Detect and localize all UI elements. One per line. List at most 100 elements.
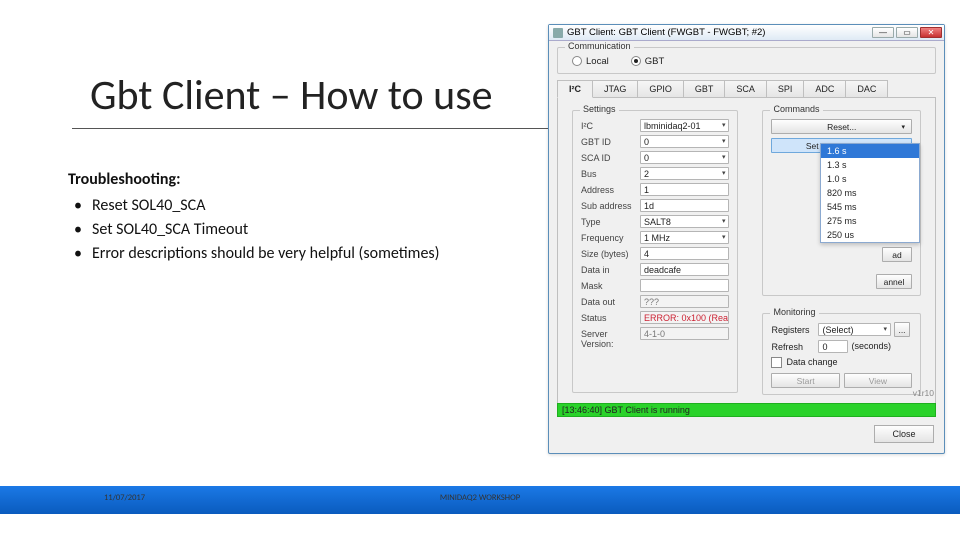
tab-jtag[interactable]: JTAG bbox=[592, 80, 638, 98]
radio-gbt-label: GBT bbox=[645, 56, 665, 67]
chevron-down-icon: ▾ bbox=[883, 324, 887, 336]
settings-field-sub-address[interactable]: 1d bbox=[640, 199, 729, 212]
registers-browse-button[interactable]: ... bbox=[894, 322, 910, 337]
settings-field-bus[interactable]: 2▾ bbox=[640, 167, 729, 180]
settings-field-server-version-: 4-1-0 bbox=[640, 327, 729, 340]
data-change-checkbox[interactable] bbox=[771, 357, 782, 368]
settings-field-mask[interactable] bbox=[640, 279, 729, 292]
settings-row-label: Mask bbox=[581, 279, 636, 292]
settings-field-sca-id[interactable]: 0▾ bbox=[640, 151, 729, 164]
settings-row-label: Data in bbox=[581, 263, 636, 276]
tab-gpio[interactable]: GPIO bbox=[637, 80, 684, 98]
reset-button-label: Reset... bbox=[827, 122, 856, 132]
minimize-button[interactable]: — bbox=[872, 27, 894, 38]
registers-value: (Select) bbox=[822, 324, 853, 336]
settings-field-size-bytes-[interactable]: 4 bbox=[640, 247, 729, 260]
read-button[interactable]: ad bbox=[882, 247, 912, 262]
troubleshooting-block: Troubleshooting: Reset SOL40_SCA Set SOL… bbox=[68, 168, 488, 266]
settings-field-frequency[interactable]: 1 MHz▾ bbox=[640, 231, 729, 244]
seconds-label: (seconds) bbox=[851, 340, 891, 353]
app-icon bbox=[553, 28, 563, 38]
settings-field-type[interactable]: SALT8▾ bbox=[640, 215, 729, 228]
timeout-option[interactable]: 250 us bbox=[821, 228, 919, 242]
tab-adc[interactable]: ADC bbox=[803, 80, 846, 98]
settings-row-label: SCA ID bbox=[581, 151, 636, 164]
start-button[interactable]: Start bbox=[771, 373, 839, 388]
channel-button[interactable]: annel bbox=[876, 274, 912, 289]
settings-field-i-c[interactable]: lbminidaq2-01▾ bbox=[640, 119, 729, 132]
timeout-option[interactable]: 1.0 s bbox=[821, 172, 919, 186]
settings-row-label: Server Version: bbox=[581, 327, 636, 349]
bullet-reset: Reset SOL40_SCA bbox=[74, 194, 488, 218]
monitoring-group: Monitoring Registers (Select)▾ ... Refre… bbox=[762, 313, 921, 395]
tab-panel: Settings I²Clbminidaq2-01▾GBT ID0▾SCA ID… bbox=[557, 97, 936, 405]
chevron-down-icon: ▾ bbox=[722, 216, 726, 228]
tab-sca[interactable]: SCA bbox=[724, 80, 767, 98]
settings-row-label: Status bbox=[581, 311, 636, 324]
settings-group: Settings I²Clbminidaq2-01▾GBT ID0▾SCA ID… bbox=[572, 110, 738, 393]
radio-local[interactable]: Local bbox=[572, 56, 609, 67]
troubleshooting-heading: Troubleshooting: bbox=[68, 168, 488, 192]
settings-row-label: Frequency bbox=[581, 231, 636, 244]
bullet-timeout: Set SOL40_SCA Timeout bbox=[74, 218, 488, 242]
settings-row-label: I²C bbox=[581, 119, 636, 132]
version-label: v1r10 bbox=[913, 388, 934, 398]
footer-date: 11/07/2017 bbox=[104, 493, 145, 503]
settings-row-label: Bus bbox=[581, 167, 636, 180]
title-bar[interactable]: GBT Client: GBT Client (FWGBT - FWGBT; #… bbox=[549, 25, 944, 41]
settings-row-label: Size (bytes) bbox=[581, 247, 636, 260]
settings-field-gbt-id[interactable]: 0▾ bbox=[640, 135, 729, 148]
timeout-option[interactable]: 275 ms bbox=[821, 214, 919, 228]
radio-gbt[interactable]: GBT bbox=[631, 56, 665, 67]
commands-group: Commands Reset...▾ Set SCA Timeout...▾ 1… bbox=[762, 110, 921, 296]
registers-label: Registers bbox=[771, 325, 815, 335]
timeout-option[interactable]: 820 ms bbox=[821, 186, 919, 200]
timeout-option[interactable]: 1.6 s bbox=[821, 144, 919, 158]
tab-i2c[interactable]: I²C bbox=[557, 80, 593, 98]
registers-select[interactable]: (Select) ▾ bbox=[818, 323, 891, 336]
tab-bar: I²C JTAG GPIO GBT SCA SPI ADC DAC bbox=[557, 80, 936, 98]
chevron-down-icon: ▾ bbox=[722, 168, 726, 180]
chevron-down-icon: ▾ bbox=[722, 232, 726, 244]
bullet-errors: Error descriptions should be very helpfu… bbox=[74, 242, 488, 266]
window-title: GBT Client: GBT Client (FWGBT - FWGBT; #… bbox=[567, 27, 872, 38]
settings-field-data-in[interactable]: deadcafe bbox=[640, 263, 729, 276]
settings-row-label: Address bbox=[581, 183, 636, 196]
timeout-option[interactable]: 1.3 s bbox=[821, 158, 919, 172]
settings-field-status: ERROR: 0x100 (Read) - Re bbox=[640, 311, 729, 324]
settings-group-label: Settings bbox=[580, 104, 619, 114]
chevron-down-icon: ▾ bbox=[722, 152, 726, 164]
chevron-down-icon: ▾ bbox=[722, 120, 726, 132]
close-icon[interactable]: ✕ bbox=[920, 27, 942, 38]
reset-button[interactable]: Reset... ▾ bbox=[771, 119, 912, 134]
page-title: Gbt Client – How to use bbox=[90, 70, 493, 121]
close-button[interactable]: Close bbox=[874, 425, 934, 443]
data-change-label: Data change bbox=[786, 357, 837, 367]
tab-dac[interactable]: DAC bbox=[845, 80, 888, 98]
communication-group-label: Communication bbox=[565, 41, 634, 51]
settings-field-data-out: ??? bbox=[640, 295, 729, 308]
settings-row-label: Sub address bbox=[581, 199, 636, 212]
communication-group: Communication Local GBT bbox=[557, 47, 936, 74]
sca-timeout-dropdown[interactable]: 1.6 s1.3 s1.0 s820 ms545 ms275 ms250 us bbox=[820, 143, 920, 243]
commands-group-label: Commands bbox=[770, 104, 822, 114]
settings-row-label: GBT ID bbox=[581, 135, 636, 148]
tab-spi[interactable]: SPI bbox=[766, 80, 805, 98]
refresh-input[interactable]: 0 bbox=[818, 340, 848, 353]
settings-field-address[interactable]: 1 bbox=[640, 183, 729, 196]
view-button[interactable]: View bbox=[844, 373, 912, 388]
monitoring-group-label: Monitoring bbox=[770, 307, 818, 317]
chevron-down-icon: ▾ bbox=[722, 136, 726, 148]
chevron-down-icon: ▾ bbox=[901, 123, 905, 131]
status-bar: [13:46:40] GBT Client is running bbox=[557, 403, 936, 417]
maximize-button[interactable]: ▭ bbox=[896, 27, 918, 38]
settings-row-label: Data out bbox=[581, 295, 636, 308]
settings-row-label: Type bbox=[581, 215, 636, 228]
refresh-label: Refresh bbox=[771, 342, 815, 352]
tab-gbt[interactable]: GBT bbox=[683, 80, 726, 98]
radio-local-label: Local bbox=[586, 56, 609, 67]
timeout-option[interactable]: 545 ms bbox=[821, 200, 919, 214]
title-underline bbox=[72, 128, 570, 129]
footer-center: MINIDAQ2 WORKSHOP bbox=[440, 493, 520, 503]
gbt-client-window: GBT Client: GBT Client (FWGBT - FWGBT; #… bbox=[548, 24, 945, 454]
